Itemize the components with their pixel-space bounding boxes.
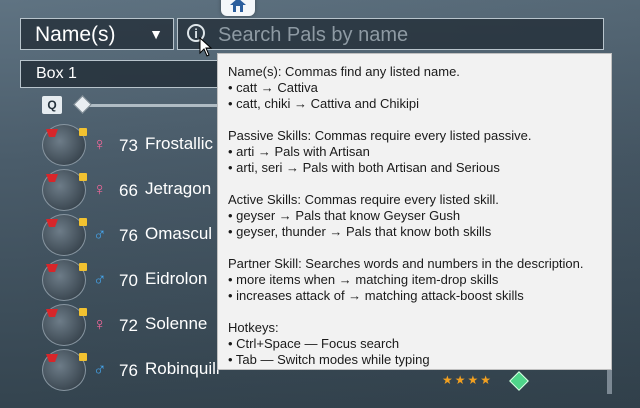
pal-name: Solenne [145, 314, 208, 333]
pal-level: 76 [119, 226, 138, 245]
pal-level: 76 [119, 361, 138, 380]
tooltip-line: Passive Skills: Commas require every lis… [228, 128, 532, 143]
tooltip-line: Active Skills: Commas require every list… [228, 192, 499, 207]
box-dropdown-value: Box 1 [36, 65, 77, 82]
search-mode-value: Name(s) [35, 23, 116, 46]
tooltip-section-active-skills: Active Skills: Commas require every list… [228, 192, 601, 240]
tooltip-section-passives: Passive Skills: Commas require every lis… [228, 128, 601, 176]
tooltip-section-partner-skill: Partner Skill: Searches words and number… [228, 256, 601, 304]
pal-name: Jetragon [145, 179, 212, 198]
tooltip-line: • Ctrl+Space — Focus search [228, 336, 400, 351]
gender-icon: ♂ [93, 359, 107, 379]
gender-icon: ♂ [93, 224, 107, 244]
pal-name: Frostallic [145, 134, 214, 153]
tooltip-section-hotkeys: Hotkeys: • Ctrl+Space — Focus search • T… [228, 320, 601, 368]
gender-icon: ♀ [93, 314, 107, 334]
tooltip-line: • catt → Cattiva [228, 80, 318, 95]
pal-name: Eidrolon [145, 269, 208, 288]
gender-icon: ♀ [93, 179, 107, 199]
rank-stars-icon: ★★★★ [442, 373, 494, 387]
gender-icon: ♂ [93, 269, 107, 289]
tooltip-line: • Tab — Switch modes while typing [228, 352, 430, 367]
lock-icon [79, 353, 87, 361]
tooltip-line: • geyser, thunder → Pals that know both … [228, 224, 492, 239]
home-icon[interactable] [221, 0, 255, 16]
tooltip-line: Partner Skill: Searches words and number… [228, 256, 584, 271]
pal-name: Robinquill [145, 359, 220, 378]
pal-level: 72 [119, 316, 138, 335]
zoom-slider-track[interactable] [80, 104, 220, 107]
tooltip-line: • more items when → matching item-drop s… [228, 272, 499, 287]
mouse-cursor-icon [199, 37, 213, 57]
lock-icon [79, 173, 87, 181]
lock-icon [79, 218, 87, 226]
tooltip-section-names: Name(s): Commas find any listed name. • … [228, 64, 601, 112]
tooltip-line: • arti → Pals with Artisan [228, 144, 370, 159]
pal-level: 73 [119, 136, 138, 155]
pal-level: 70 [119, 271, 138, 290]
lock-icon [79, 128, 87, 136]
gender-icon: ♀ [93, 134, 107, 154]
tooltip-line: Hotkeys: [228, 320, 279, 335]
search-help-tooltip: Name(s): Commas find any listed name. • … [217, 53, 612, 370]
pal-name: Omascul [145, 224, 213, 243]
search-mode-dropdown[interactable]: Name(s) ▼ [20, 18, 174, 50]
lock-icon [79, 263, 87, 271]
tooltip-line: Name(s): Commas find any listed name. [228, 64, 460, 79]
search-field[interactable]: i [177, 18, 604, 50]
tooltip-line: • geyser → Pals that know Geyser Gush [228, 208, 461, 223]
chevron-down-icon: ▼ [149, 26, 163, 42]
tooltip-line: • arti, seri → Pals with both Artisan an… [228, 160, 500, 175]
hotkey-q-badge: Q [42, 96, 62, 114]
box-dropdown[interactable]: Box 1 [20, 60, 226, 88]
tooltip-line: • increases attack of → matching attack-… [228, 288, 524, 303]
tooltip-line: • catt, chiki → Cattiva and Chikipi [228, 96, 419, 111]
pal-level: 66 [119, 181, 138, 200]
search-input[interactable] [216, 21, 600, 49]
lock-icon [79, 308, 87, 316]
